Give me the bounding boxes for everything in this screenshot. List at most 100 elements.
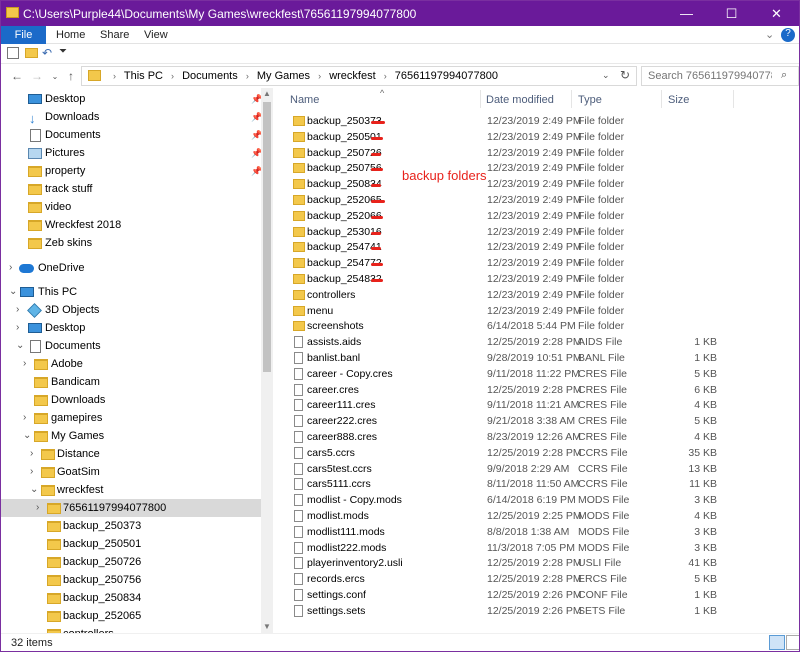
list-item[interactable]: modlist - Copy.mods 6/14/2018 6:19 PM MODS… [273, 492, 799, 508]
list-item[interactable]: career888.cres 8/23/2019 12:26 AM CRES Fil… [273, 429, 799, 445]
list-item[interactable]: career222.cres 9/21/2018 3:38 AM CRES File… [273, 413, 799, 429]
nav-pane-scrollbar[interactable]: ▲ ▼ [261, 88, 273, 633]
list-item[interactable]: backup_252066 12/23/2019 2:49 PM File fold… [273, 208, 799, 224]
tab-home[interactable]: Home [56, 26, 85, 44]
nav-item-property[interactable]: property 📌 [1, 162, 262, 180]
tab-view[interactable]: View [144, 26, 168, 44]
chevron-down-icon[interactable]: ⌄ [23, 427, 31, 445]
nav-item-downloads-docs[interactable]: Downloads [1, 391, 261, 409]
chevron-right-icon[interactable]: › [16, 319, 19, 337]
back-icon[interactable]: ← [9, 68, 25, 84]
list-item[interactable]: cars5test.ccrs 9/9/2018 2:29 AM CCRS File 1… [273, 461, 799, 477]
forward-icon[interactable]: → [29, 68, 45, 84]
large-icons-view-icon[interactable] [786, 635, 799, 650]
nav-item-wreckfest[interactable]: ⌄ wreckfest [1, 481, 261, 499]
list-item[interactable]: backup_254772 12/23/2019 2:49 PM File fold… [273, 255, 799, 271]
list-item[interactable]: career - Copy.cres 9/11/2018 11:22 PM CRES… [273, 366, 799, 382]
nav-item-goatsim[interactable]: › GoatSim [1, 463, 261, 481]
list-item[interactable]: backup_254832 12/23/2019 2:49 PM File fold… [273, 271, 799, 287]
column-header-name[interactable]: Name [290, 94, 319, 106]
minimize-button[interactable]: — [664, 1, 709, 26]
search-box[interactable]: ⌕ [641, 66, 799, 86]
chevron-right-icon[interactable]: › [384, 71, 387, 81]
list-item[interactable]: backup_250373 12/23/2019 2:49 PM File fold… [273, 113, 799, 129]
nav-item-my-games[interactable]: ⌄ My Games [1, 427, 261, 445]
nav-item-backup[interactable]: backup_250834 [1, 589, 261, 607]
chevron-down-icon[interactable]: ⌄ [30, 481, 38, 499]
nav-item-3d-objects[interactable]: › 3D Objects [1, 301, 261, 319]
list-item[interactable]: controllers 12/23/2019 2:49 PM File folder [273, 287, 799, 303]
properties-icon[interactable] [7, 47, 19, 59]
nav-item-video[interactable]: video [1, 198, 261, 216]
list-item[interactable]: backup_250834 12/23/2019 2:49 PM File fold… [273, 176, 799, 192]
nav-item-track-stuff[interactable]: track stuff [1, 180, 261, 198]
list-item[interactable]: backup_252065 12/23/2019 2:49 PM File fold… [273, 192, 799, 208]
chevron-right-icon[interactable]: › [246, 71, 249, 81]
scrollbar-thumb[interactable] [263, 102, 271, 372]
chevron-down-icon[interactable]: ⌄ [16, 337, 24, 355]
refresh-icon[interactable]: ↻ [620, 68, 630, 82]
column-divider[interactable] [733, 90, 734, 108]
up-icon[interactable]: ↑ [63, 68, 79, 84]
list-item[interactable]: backup_253016 12/23/2019 2:49 PM File fold… [273, 224, 799, 240]
scroll-up-icon[interactable]: ▲ [261, 88, 273, 100]
list-item[interactable]: screenshots 6/14/2018 5:44 PM File folder [273, 318, 799, 334]
chevron-right-icon[interactable]: › [36, 499, 39, 517]
recent-locations-icon[interactable]: ⌄ [47, 68, 63, 84]
close-button[interactable]: ✕ [754, 1, 799, 26]
list-item[interactable]: modlist222.mods 11/3/2018 7:05 PM MODS Fil… [273, 540, 799, 556]
chevron-right-icon[interactable]: › [23, 355, 26, 373]
tab-share[interactable]: Share [100, 26, 129, 44]
ribbon-collapse-icon[interactable]: ⌄ [765, 26, 774, 44]
nav-item-gamepires[interactable]: › gamepires [1, 409, 261, 427]
chevron-right-icon[interactable]: › [9, 259, 12, 277]
nav-item-backup[interactable]: backup_250726 [1, 553, 261, 571]
chevron-right-icon[interactable]: › [30, 445, 33, 463]
breadcrumb-item[interactable]: wreckfest [329, 70, 375, 82]
chevron-right-icon[interactable]: › [171, 71, 174, 81]
scroll-down-icon[interactable]: ▼ [261, 621, 273, 633]
address-bar[interactable]: › This PC › Documents › My Games › wreck… [81, 66, 637, 86]
breadcrumb-item[interactable]: My Games [257, 70, 310, 82]
chevron-right-icon[interactable]: › [30, 463, 33, 481]
nav-item-desktop[interactable]: Desktop 📌 [1, 90, 262, 108]
list-item[interactable]: backup_250726 12/23/2019 2:49 PM File fold… [273, 145, 799, 161]
nav-item-downloads[interactable]: ↓ Downloads 📌 [1, 108, 262, 126]
nav-item-documents[interactable]: Documents 📌 [1, 126, 262, 144]
nav-item-documents-pc[interactable]: ⌄ Documents [1, 337, 261, 355]
list-item[interactable]: settings.conf 12/25/2019 2:26 PM CONF File… [273, 587, 799, 603]
column-divider[interactable] [480, 90, 481, 108]
column-header-date[interactable]: Date modified [486, 94, 554, 106]
column-header-size[interactable]: Size [668, 94, 689, 106]
list-item[interactable]: cars5.ccrs 12/25/2019 2:28 PM CCRS File 35 … [273, 445, 799, 461]
new-folder-icon[interactable] [25, 48, 38, 58]
list-item[interactable]: menu 12/23/2019 2:49 PM File folder [273, 303, 799, 319]
customize-qat-icon[interactable]: ⏷ [59, 46, 67, 57]
chevron-right-icon[interactable]: › [23, 409, 26, 427]
breadcrumb-item[interactable]: Documents [182, 70, 238, 82]
nav-item-backup[interactable]: backup_250373 [1, 517, 261, 535]
nav-item-zeb-skins[interactable]: Zeb skins [1, 234, 261, 252]
nav-item-distance[interactable]: › Distance [1, 445, 261, 463]
nav-item-steam-id-folder[interactable]: › 76561197994077800 [1, 499, 261, 517]
undo-icon[interactable]: ↶ [42, 46, 52, 60]
list-item[interactable]: backup_254741 12/23/2019 2:49 PM File fold… [273, 239, 799, 255]
nav-item-wreckfest-2018[interactable]: Wreckfest 2018 [1, 216, 261, 234]
details-view-icon[interactable] [769, 635, 785, 650]
list-item[interactable]: backup_250756 12/23/2019 2:49 PM File fold… [273, 160, 799, 176]
chevron-right-icon[interactable]: › [16, 301, 19, 319]
title-bar[interactable]: C:\Users\Purple44\Documents\My Games\wre… [1, 1, 799, 26]
breadcrumb-item[interactable]: 76561197994077800 [395, 70, 498, 82]
list-item[interactable]: modlist.mods 12/25/2019 2:25 PM MODS File 4… [273, 508, 799, 524]
nav-item-backup[interactable]: backup_250501 [1, 535, 261, 553]
nav-item-adobe[interactable]: › Adobe [1, 355, 261, 373]
search-input[interactable] [648, 69, 772, 83]
list-item[interactable]: playerinventory2.usli 12/25/2019 2:28 PM U… [273, 555, 799, 571]
maximize-button[interactable]: ☐ [709, 1, 754, 26]
nav-item-backup[interactable]: backup_250756 [1, 571, 261, 589]
list-item[interactable]: career111.cres 9/11/2018 11:21 AM CRES Fil… [273, 397, 799, 413]
list-item[interactable]: modlist111.mods 8/8/2018 1:38 AM MODS File… [273, 524, 799, 540]
address-dropdown-icon[interactable]: ⌄ [602, 70, 610, 81]
nav-item-pictures[interactable]: Pictures 📌 [1, 144, 262, 162]
column-header-type[interactable]: Type [578, 94, 602, 106]
